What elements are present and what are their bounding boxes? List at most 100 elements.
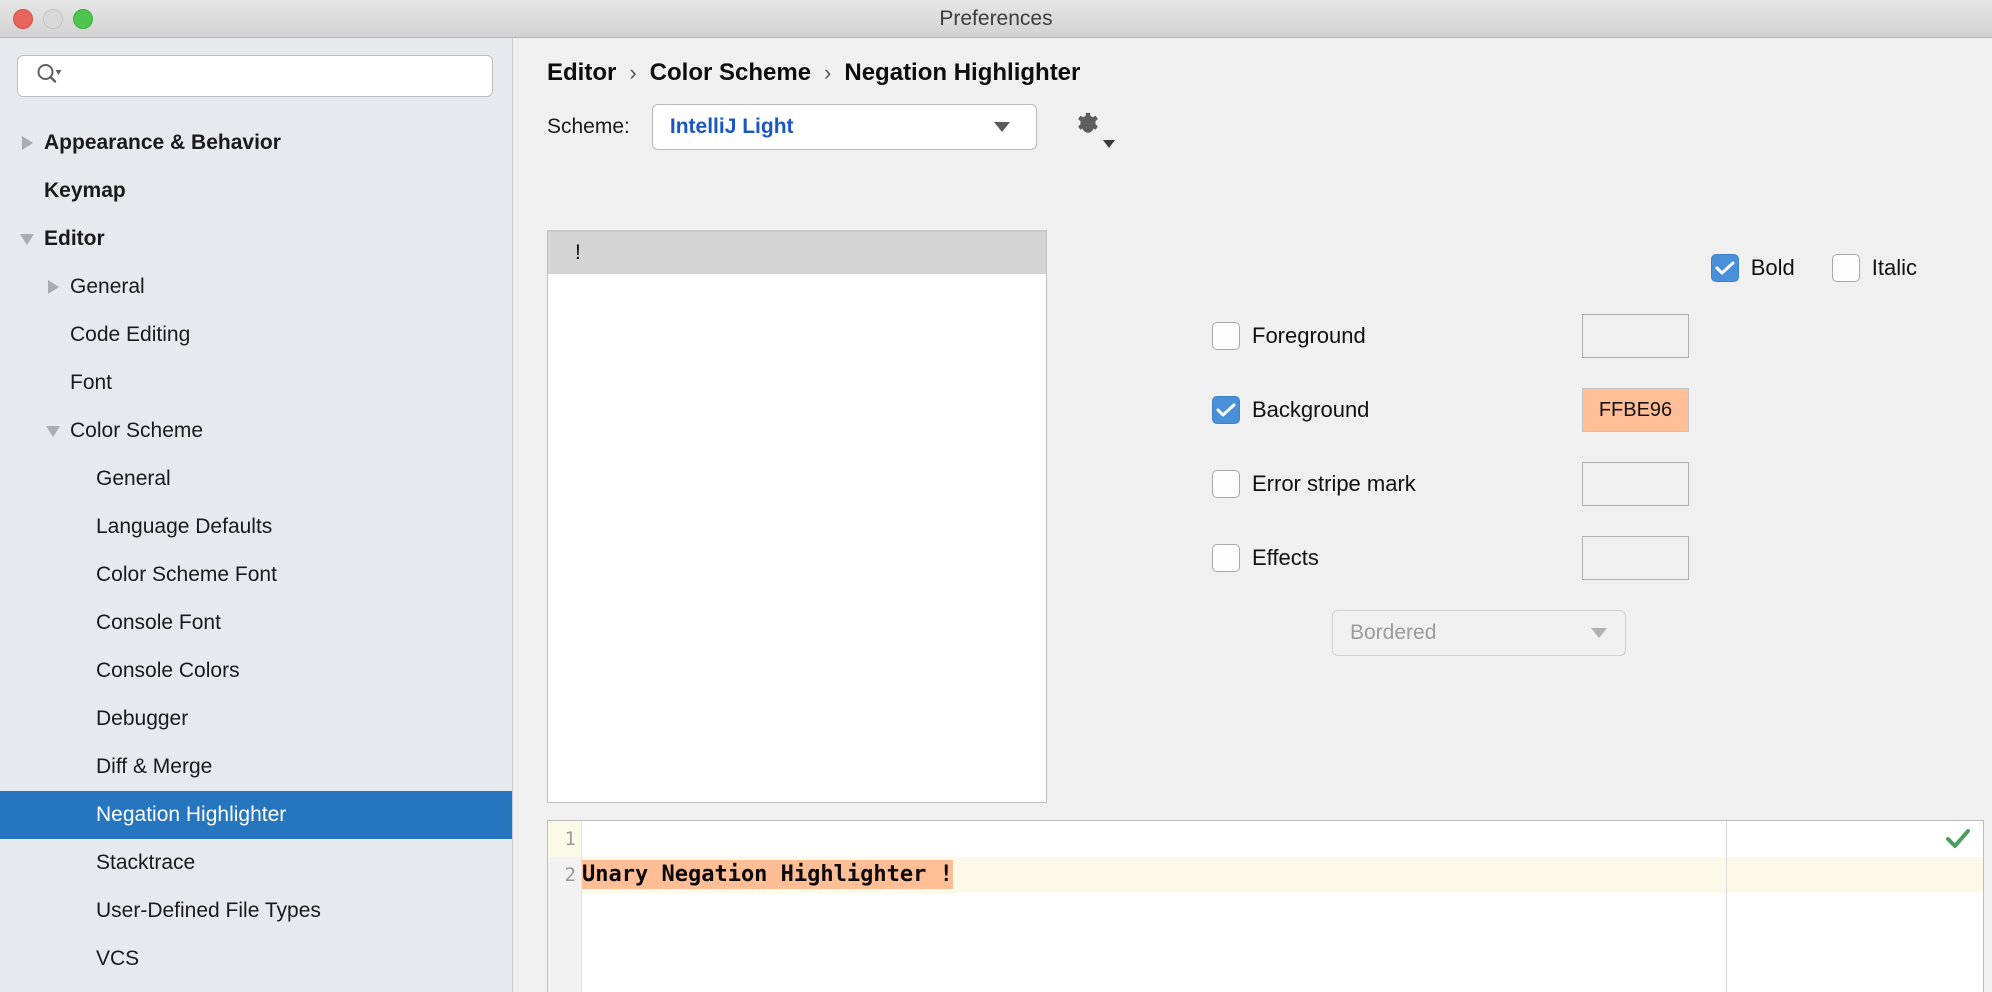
- effect-type-row: Bordered: [1084, 610, 1984, 656]
- search-container: [0, 38, 512, 97]
- line-number-gutter: 12: [548, 821, 582, 992]
- breadcrumb-separator: ›: [824, 60, 832, 85]
- background-checkbox[interactable]: [1212, 396, 1240, 424]
- sidebar-item-color-scheme[interactable]: Color Scheme: [0, 407, 512, 455]
- effects-checkbox[interactable]: [1212, 544, 1240, 572]
- chevron-down-icon: [993, 122, 1010, 132]
- sidebar-item-label: Color Scheme: [70, 419, 204, 442]
- right-margin-guide: [1726, 821, 1727, 992]
- sidebar-item-console-colors[interactable]: Console Colors: [0, 647, 512, 695]
- sidebar-item-language-defaults[interactable]: Language Defaults: [0, 503, 512, 551]
- sidebar-item-font[interactable]: Font: [0, 359, 512, 407]
- sidebar-item-general[interactable]: General: [0, 263, 512, 311]
- sidebar-item-stacktrace[interactable]: Stacktrace: [0, 839, 512, 887]
- sidebar-item-label: Keymap: [44, 179, 126, 202]
- foreground-checkbox-group[interactable]: Foreground: [1212, 322, 1582, 350]
- foreground-label: Foreground: [1252, 323, 1366, 348]
- effects-color-swatch[interactable]: [1582, 536, 1689, 580]
- effect-type-combobox[interactable]: Bordered: [1332, 610, 1626, 656]
- breadcrumb-item[interactable]: Color Scheme: [650, 59, 811, 87]
- sidebar-item-label: Console Colors: [96, 659, 240, 682]
- italic-label: Italic: [1871, 255, 1917, 280]
- foreground-color-swatch[interactable]: [1582, 314, 1689, 358]
- color-option-rows: Foreground Background FFBE96 Error stripe m…: [1084, 306, 1984, 588]
- search-input[interactable]: [72, 66, 492, 86]
- sidebar-item-label: Debugger: [96, 707, 189, 730]
- sidebar-item-label: Appearance & Behavior: [44, 131, 281, 154]
- sidebar-item-label: Code Editing: [70, 323, 191, 346]
- error-stripe-mark-color-swatch[interactable]: [1582, 462, 1689, 506]
- error-stripe-mark-checkbox[interactable]: [1212, 470, 1240, 498]
- breadcrumb-item[interactable]: Negation Highlighter: [844, 59, 1080, 87]
- preview-line[interactable]: [582, 821, 1983, 857]
- settings-sidebar: Appearance & Behavior Keymap Editor General…: [0, 38, 513, 992]
- scheme-selected-value: IntelliJ Light: [669, 115, 794, 138]
- effects-label: Effects: [1252, 545, 1319, 570]
- scheme-combobox[interactable]: IntelliJ Light: [651, 104, 1037, 150]
- breadcrumb-item[interactable]: Editor: [547, 59, 616, 87]
- attribute-list-item[interactable]: !: [548, 232, 1046, 274]
- error-stripe-mark-checkbox-group[interactable]: Error stripe mark: [1212, 470, 1582, 498]
- preview-editor[interactable]: 12 Unary Negation Highlighter !: [547, 820, 1984, 992]
- preview-line[interactable]: Unary Negation Highlighter !: [582, 857, 1983, 893]
- main-panel: Editor › Color Scheme › Negation Highlighter…: [514, 38, 1992, 992]
- sidebar-item-vcs[interactable]: VCS: [0, 935, 512, 983]
- sidebar-item-negation-highlighter[interactable]: Negation Highlighter: [0, 791, 512, 839]
- attribute-list[interactable]: !: [547, 230, 1047, 803]
- background-label: Background: [1252, 397, 1370, 422]
- preferences-window: Preferences Appearance & Behavior Keymap E…: [0, 0, 1992, 992]
- chevron-right-icon[interactable]: [42, 280, 64, 294]
- background-color-swatch[interactable]: FFBE96: [1582, 388, 1689, 432]
- sidebar-item-console-font[interactable]: Console Font: [0, 599, 512, 647]
- foreground-row: Foreground: [1084, 306, 1984, 366]
- error-stripe-mark-row: Error stripe mark: [1084, 454, 1984, 514]
- close-button[interactable]: [13, 9, 33, 29]
- preview-code-area[interactable]: Unary Negation Highlighter !: [582, 821, 1983, 992]
- sidebar-item-color-scheme-font[interactable]: Color Scheme Font: [0, 551, 512, 599]
- sidebar-item-label: Language Defaults: [96, 515, 273, 538]
- foreground-checkbox[interactable]: [1212, 322, 1240, 350]
- attributes-and-options: ! Bold Italic Foreground Background FFBE…: [514, 230, 1992, 805]
- highlighted-token: Unary Negation Highlighter !: [582, 860, 953, 889]
- sidebar-item-code-editing[interactable]: Code Editing: [0, 311, 512, 359]
- font-style-row: Bold Italic: [1084, 244, 1984, 292]
- sidebar-item-keymap[interactable]: Keymap: [0, 167, 512, 215]
- line-number: 1: [548, 821, 581, 857]
- sidebar-item-label: General: [96, 467, 171, 490]
- chevron-down-icon[interactable]: [16, 233, 38, 245]
- sidebar-item-label: Negation Highlighter: [96, 803, 287, 826]
- settings-tree: Appearance & Behavior Keymap Editor General…: [0, 119, 512, 983]
- sidebar-item-label: VCS: [96, 947, 140, 970]
- background-checkbox-group[interactable]: Background: [1212, 396, 1582, 424]
- sidebar-item-label: Color Scheme Font: [96, 563, 277, 586]
- gear-dropdown-arrow-icon: [1102, 140, 1115, 148]
- effects-checkbox-group[interactable]: Effects: [1212, 544, 1582, 572]
- chevron-down-icon[interactable]: [42, 425, 64, 437]
- bold-label: Bold: [1750, 255, 1795, 280]
- breadcrumb-separator: ›: [629, 60, 637, 85]
- line-number: 2: [564, 864, 576, 886]
- traffic-light-buttons: [13, 0, 93, 38]
- italic-checkbox-group[interactable]: Italic: [1831, 254, 1917, 282]
- chevron-down-icon: [1591, 628, 1607, 638]
- bold-checkbox-group[interactable]: Bold: [1710, 254, 1795, 282]
- window-title: Preferences: [939, 6, 1053, 30]
- sidebar-item-general[interactable]: General: [0, 455, 512, 503]
- sidebar-item-debugger[interactable]: Debugger: [0, 695, 512, 743]
- chevron-right-icon[interactable]: [16, 136, 38, 150]
- sidebar-item-label: Diff & Merge: [96, 755, 213, 778]
- italic-checkbox[interactable]: [1831, 254, 1860, 282]
- minimize-button[interactable]: [43, 9, 63, 29]
- scheme-row: Scheme: IntelliJ Light: [514, 104, 1992, 150]
- sidebar-item-label: Editor: [44, 227, 105, 250]
- bold-checkbox[interactable]: [1710, 254, 1739, 282]
- sidebar-item-appearance-behavior[interactable]: Appearance & Behavior: [0, 119, 512, 167]
- scheme-settings-button[interactable]: [1065, 104, 1115, 150]
- sidebar-item-user-defined-file-types[interactable]: User-Defined File Types: [0, 887, 512, 935]
- sidebar-item-diff-merge[interactable]: Diff & Merge: [0, 743, 512, 791]
- search-box[interactable]: [17, 55, 493, 97]
- zoom-button[interactable]: [73, 9, 93, 29]
- gear-icon: [1078, 112, 1098, 133]
- sidebar-item-editor[interactable]: Editor: [0, 215, 512, 263]
- sidebar-item-label: Stacktrace: [96, 851, 196, 874]
